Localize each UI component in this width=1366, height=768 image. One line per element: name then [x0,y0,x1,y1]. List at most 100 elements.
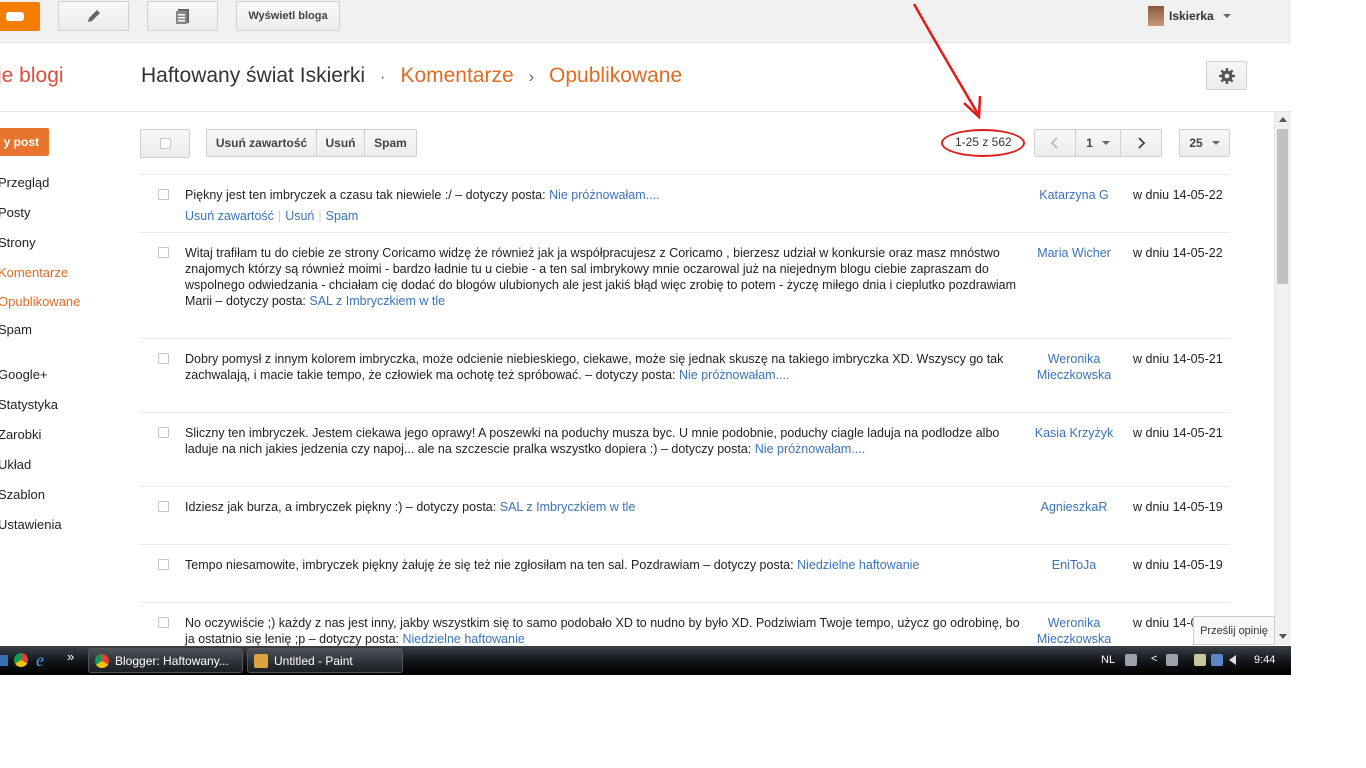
row-divider [140,232,1230,233]
scroll-up-icon[interactable] [1279,117,1287,122]
taskbar-label: Blogger: Haftowany... [115,653,229,668]
row-checkbox[interactable] [158,427,169,438]
select-all-checkbox[interactable] [159,138,171,149]
annotation-ellipse [941,129,1025,157]
comment-text: Piękny jest ten imbryczek a czasu tak ni… [185,187,1020,224]
account-menu[interactable]: Iskierka [1148,5,1231,27]
sidebar-item-pages[interactable]: Strony [0,235,36,250]
comment-author[interactable]: AgnieszkaR [1025,499,1123,515]
select-all-button[interactable] [140,129,190,158]
language-indicator[interactable]: NL [1101,654,1115,666]
comment-text: Tempo niesamowite, imbryczek piękny żału… [185,557,1020,573]
comment-post-link[interactable]: Niedzielne haftowanie [797,558,919,572]
comment-text: Sliczny ten imbryczek. Jestem ciekawa je… [185,425,1020,457]
settings-button[interactable] [1206,61,1247,90]
comment-post-link[interactable]: SAL z Imbryczkiem w tle [500,500,636,514]
row-divider [140,338,1230,339]
ie-icon[interactable]: e [36,650,44,671]
comment-author[interactable]: Weronika Mieczkowska [1025,615,1123,647]
sidebar-item-spam[interactable]: Spam [0,322,32,337]
sidebar-item-template[interactable]: Szablon [0,487,45,502]
more-chevron[interactable]: » [67,649,74,664]
row-actions: Usuń zawartość | Usuń | Spam [185,209,359,223]
chevron-down-icon [1222,14,1231,18]
sidebar-item-published[interactable]: Opublikowane [0,294,80,309]
comment-author[interactable]: Weronika Mieczkowska [1025,351,1123,383]
power-icon[interactable] [1194,654,1206,666]
comment-post-link[interactable]: SAL z Imbryczkiem w tle [309,294,445,308]
new-post-button[interactable]: y post [0,128,49,156]
row-checkbox[interactable] [158,617,169,628]
comment-author[interactable]: Katarzyna G [1025,187,1123,203]
scrollbar-thumb[interactable] [1277,129,1288,284]
row-checkbox[interactable] [158,353,169,364]
breadcrumb-chevron: › [528,67,535,86]
sidebar-item-settings[interactable]: Ustawienia [0,517,62,532]
per-page-select[interactable]: 25 [1179,129,1230,157]
sidebar-item-googleplus[interactable]: Google+ [0,367,48,382]
row-checkbox[interactable] [158,501,169,512]
row-checkbox[interactable] [158,189,169,200]
taskbar-chrome-window[interactable]: Blogger: Haftowany... [88,648,243,673]
comment-date: w dniu 14-05-19 [1133,500,1223,514]
taskbar-paint-window[interactable]: Untitled - Paint [247,648,403,673]
comment-date: w dniu 14-05-21 [1133,426,1223,440]
blogger-logo-button[interactable] [0,2,40,31]
comment-body: Piękny jest ten imbryczek a czasu tak ni… [185,188,546,202]
row-divider [140,486,1230,487]
send-feedback-button[interactable]: Prześlij opinię [1193,616,1275,645]
comment-author[interactable]: Kasia Krzyżyk [1025,425,1123,441]
tray-expand-arrow[interactable]: < [1151,653,1157,665]
annotation-arrow [912,3,982,120]
scroll-down-icon[interactable] [1279,634,1287,639]
paint-icon [254,653,268,668]
row-spam-link[interactable]: Spam [326,209,359,223]
comment-date: w dniu 14-05-19 [1133,558,1223,572]
taskbar-label: Untitled - Paint [274,653,353,668]
remove-content-button[interactable]: Usuń zawartość [206,129,317,157]
sidebar-item-earnings[interactable]: Zarobki [0,427,41,442]
sidebar-item-layout[interactable]: Układ [0,457,31,472]
chevron-left-icon [1050,137,1058,149]
sidebar-item-overview[interactable]: Przegląd [0,175,49,190]
sidebar-item-stats[interactable]: Statystyka [0,397,58,412]
top-bar: Wyświetl bloga Iskierka [0,0,1291,43]
row-checkbox[interactable] [158,559,169,570]
tray-app-icon[interactable] [1166,654,1178,666]
network-icon[interactable] [1211,654,1223,666]
my-blogs-link[interactable]: je blogi [0,64,64,88]
comment-date: w dniu 14-05-21 [1133,352,1223,366]
breadcrumb-published[interactable]: Opublikowane [549,64,682,87]
comment-author[interactable]: Maria Wicher [1025,245,1123,261]
comment-post-link[interactable]: Nie próżnowałam.... [549,188,659,202]
comment-post-link[interactable]: Nie próżnowałam.... [755,442,865,456]
spam-button[interactable]: Spam [364,129,417,157]
show-desktop-icon[interactable] [0,655,8,666]
comment-author[interactable]: EniToJa [1025,557,1123,573]
vertical-scrollbar[interactable] [1274,112,1291,645]
sidebar-item-posts[interactable]: Posty [0,205,31,220]
comment-post-link[interactable]: Nie próżnowałam.... [679,368,789,382]
page-select[interactable]: 1 [1075,129,1121,157]
chrome-icon[interactable] [14,653,28,667]
keyboard-icon[interactable] [1125,654,1137,666]
windows-taskbar: e » Blogger: Haftowany... Untitled - Pai… [0,646,1291,675]
clock[interactable]: 9:44 [1254,654,1275,666]
row-remove-content-link[interactable]: Usuń zawartość [185,209,274,223]
page-number: 1 [1086,136,1093,150]
comment-date: w dniu 14-05-22 [1133,188,1223,202]
next-page-button[interactable] [1120,129,1162,157]
new-post-pencil-button[interactable] [58,1,129,31]
view-posts-button[interactable] [147,1,218,31]
view-blog-button[interactable]: Wyświetl bloga [236,1,340,31]
prev-page-button[interactable] [1034,129,1076,157]
volume-icon[interactable] [1229,655,1236,665]
row-checkbox[interactable] [158,247,169,258]
row-delete-link[interactable]: Usuń [285,209,314,223]
blog-title[interactable]: Haftowany świat Iskierki [141,64,365,87]
sidebar-item-comments[interactable]: Komentarze [0,265,68,280]
chevron-down-icon [1211,141,1220,145]
comment-post-link[interactable]: Niedzielne haftowanie [403,632,525,646]
delete-button[interactable]: Usuń [316,129,365,157]
breadcrumb-comments[interactable]: Komentarze [400,64,513,87]
